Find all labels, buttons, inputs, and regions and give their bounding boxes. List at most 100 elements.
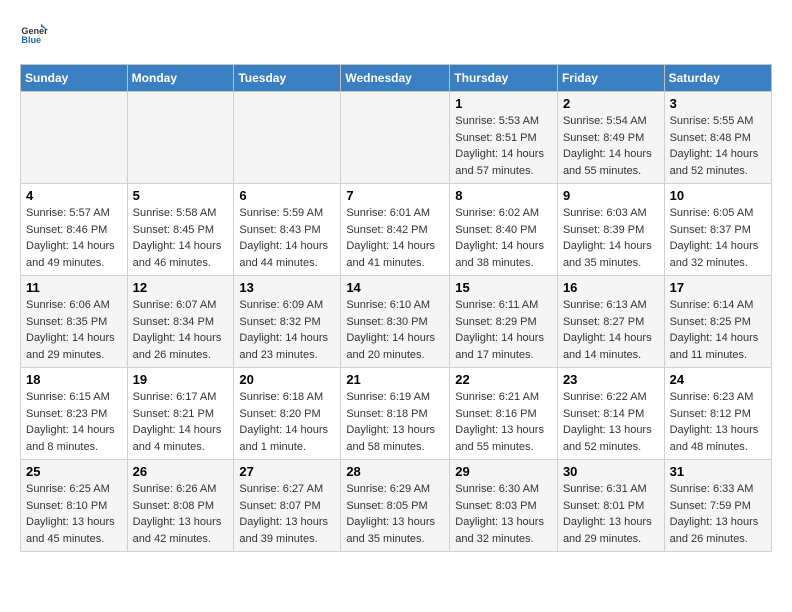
day-number: 31 — [670, 464, 766, 479]
day-info: Sunrise: 6:11 AMSunset: 8:29 PMDaylight:… — [455, 297, 552, 363]
day-info: Sunrise: 6:27 AMSunset: 8:07 PMDaylight:… — [239, 481, 335, 547]
day-number: 12 — [133, 280, 229, 295]
calendar-cell: 14Sunrise: 6:10 AMSunset: 8:30 PMDayligh… — [341, 276, 450, 368]
calendar-week-2: 4Sunrise: 5:57 AMSunset: 8:46 PMDaylight… — [21, 184, 772, 276]
day-info: Sunrise: 6:06 AMSunset: 8:35 PMDaylight:… — [26, 297, 122, 363]
day-number: 18 — [26, 372, 122, 387]
day-number: 26 — [133, 464, 229, 479]
day-header-wednesday: Wednesday — [341, 65, 450, 92]
calendar-body: 1 Sunrise: 5:53 AMSunset: 8:51 PMDaylight… — [21, 92, 772, 552]
day-info: Sunrise: 5:58 AMSunset: 8:45 PMDaylight:… — [133, 205, 229, 271]
day-info: Sunrise: 6:02 AMSunset: 8:40 PMDaylight:… — [455, 205, 552, 271]
day-header-monday: Monday — [127, 65, 234, 92]
day-number: 22 — [455, 372, 552, 387]
day-info: Sunrise: 6:22 AMSunset: 8:14 PMDaylight:… — [563, 389, 659, 455]
calendar-cell: 12Sunrise: 6:07 AMSunset: 8:34 PMDayligh… — [127, 276, 234, 368]
calendar-cell: 27 Sunrise: 6:27 AMSunset: 8:07 PMDayligh… — [234, 460, 341, 552]
day-number: 10 — [670, 188, 766, 203]
day-info: Sunrise: 6:09 AMSunset: 8:32 PMDaylight:… — [239, 297, 335, 363]
day-number: 15 — [455, 280, 552, 295]
logo-icon: General Blue — [20, 20, 48, 48]
svg-text:Blue: Blue — [21, 35, 41, 45]
calendar-cell: 22 Sunrise: 6:21 AMSunset: 8:16 PMDayligh… — [450, 368, 558, 460]
calendar-cell: 17Sunrise: 6:14 AMSunset: 8:25 PMDayligh… — [664, 276, 771, 368]
day-info: Sunrise: 6:18 AMSunset: 8:20 PMDaylight:… — [239, 389, 335, 455]
day-number: 3 — [670, 96, 766, 111]
calendar-cell — [234, 92, 341, 184]
calendar-cell: 18 Sunrise: 6:15 AMSunset: 8:23 PMDayligh… — [21, 368, 128, 460]
day-number: 4 — [26, 188, 122, 203]
day-number: 14 — [346, 280, 444, 295]
calendar-cell: 2Sunrise: 5:54 AMSunset: 8:49 PMDaylight… — [557, 92, 664, 184]
day-number: 20 — [239, 372, 335, 387]
day-info: Sunrise: 6:31 AMSunset: 8:01 PMDaylight:… — [563, 481, 659, 547]
calendar-cell: 1 Sunrise: 5:53 AMSunset: 8:51 PMDaylight… — [450, 92, 558, 184]
page-header: General Blue — [20, 20, 772, 48]
day-info: Sunrise: 6:14 AMSunset: 8:25 PMDaylight:… — [670, 297, 766, 363]
calendar-cell: 24 Sunrise: 6:23 AMSunset: 8:12 PMDayligh… — [664, 368, 771, 460]
calendar-cell: 19 Sunrise: 6:17 AMSunset: 8:21 PMDayligh… — [127, 368, 234, 460]
day-number: 5 — [133, 188, 229, 203]
day-info: Sunrise: 6:26 AMSunset: 8:08 PMDaylight:… — [133, 481, 229, 547]
day-header-sunday: Sunday — [21, 65, 128, 92]
calendar-table: SundayMondayTuesdayWednesdayThursdayFrid… — [20, 64, 772, 552]
calendar-week-5: 25Sunrise: 6:25 AMSunset: 8:10 PMDayligh… — [21, 460, 772, 552]
day-info: Sunrise: 6:30 AMSunset: 8:03 PMDaylight:… — [455, 481, 552, 547]
day-info: Sunrise: 6:13 AMSunset: 8:27 PMDaylight:… — [563, 297, 659, 363]
logo: General Blue — [20, 20, 52, 48]
day-number: 30 — [563, 464, 659, 479]
day-info: Sunrise: 6:01 AMSunset: 8:42 PMDaylight:… — [346, 205, 444, 271]
calendar-cell: 23 Sunrise: 6:22 AMSunset: 8:14 PMDayligh… — [557, 368, 664, 460]
calendar-cell: 26 Sunrise: 6:26 AMSunset: 8:08 PMDayligh… — [127, 460, 234, 552]
day-number: 27 — [239, 464, 335, 479]
calendar-cell: 10 Sunrise: 6:05 AMSunset: 8:37 PMDayligh… — [664, 184, 771, 276]
calendar-cell: 20 Sunrise: 6:18 AMSunset: 8:20 PMDayligh… — [234, 368, 341, 460]
calendar-cell: 9Sunrise: 6:03 AMSunset: 8:39 PMDaylight… — [557, 184, 664, 276]
calendar-cell: 15 Sunrise: 6:11 AMSunset: 8:29 PMDayligh… — [450, 276, 558, 368]
day-info: Sunrise: 6:21 AMSunset: 8:16 PMDaylight:… — [455, 389, 552, 455]
calendar-cell: 28Sunrise: 6:29 AMSunset: 8:05 PMDayligh… — [341, 460, 450, 552]
day-number: 23 — [563, 372, 659, 387]
day-info: Sunrise: 6:23 AMSunset: 8:12 PMDaylight:… — [670, 389, 766, 455]
calendar-cell: 31 Sunrise: 6:33 AMSunset: 7:59 PMDayligh… — [664, 460, 771, 552]
day-header-friday: Friday — [557, 65, 664, 92]
day-number: 13 — [239, 280, 335, 295]
day-number: 9 — [563, 188, 659, 203]
calendar-cell: 5 Sunrise: 5:58 AMSunset: 8:45 PMDaylight… — [127, 184, 234, 276]
day-info: Sunrise: 6:33 AMSunset: 7:59 PMDaylight:… — [670, 481, 766, 547]
day-number: 28 — [346, 464, 444, 479]
day-info: Sunrise: 5:59 AMSunset: 8:43 PMDaylight:… — [239, 205, 335, 271]
day-number: 6 — [239, 188, 335, 203]
day-info: Sunrise: 5:55 AMSunset: 8:48 PMDaylight:… — [670, 113, 766, 179]
day-info: Sunrise: 5:53 AMSunset: 8:51 PMDaylight:… — [455, 113, 552, 179]
day-number: 1 — [455, 96, 552, 111]
calendar-cell: 16 Sunrise: 6:13 AMSunset: 8:27 PMDayligh… — [557, 276, 664, 368]
day-number: 8 — [455, 188, 552, 203]
calendar-cell: 11 Sunrise: 6:06 AMSunset: 8:35 PMDayligh… — [21, 276, 128, 368]
day-number: 16 — [563, 280, 659, 295]
header-row: SundayMondayTuesdayWednesdayThursdayFrid… — [21, 65, 772, 92]
calendar-cell: 30 Sunrise: 6:31 AMSunset: 8:01 PMDayligh… — [557, 460, 664, 552]
calendar-week-4: 18 Sunrise: 6:15 AMSunset: 8:23 PMDayligh… — [21, 368, 772, 460]
day-number: 19 — [133, 372, 229, 387]
calendar-cell: 13 Sunrise: 6:09 AMSunset: 8:32 PMDayligh… — [234, 276, 341, 368]
day-header-thursday: Thursday — [450, 65, 558, 92]
day-number: 11 — [26, 280, 122, 295]
calendar-cell — [21, 92, 128, 184]
calendar-cell: 6 Sunrise: 5:59 AMSunset: 8:43 PMDaylight… — [234, 184, 341, 276]
day-info: Sunrise: 6:17 AMSunset: 8:21 PMDaylight:… — [133, 389, 229, 455]
calendar-cell — [341, 92, 450, 184]
calendar-cell: 25Sunrise: 6:25 AMSunset: 8:10 PMDayligh… — [21, 460, 128, 552]
calendar-week-1: 1 Sunrise: 5:53 AMSunset: 8:51 PMDaylight… — [21, 92, 772, 184]
calendar-cell: 8 Sunrise: 6:02 AMSunset: 8:40 PMDaylight… — [450, 184, 558, 276]
day-header-tuesday: Tuesday — [234, 65, 341, 92]
calendar-cell: 4Sunrise: 5:57 AMSunset: 8:46 PMDaylight… — [21, 184, 128, 276]
calendar-cell: 29Sunrise: 6:30 AMSunset: 8:03 PMDayligh… — [450, 460, 558, 552]
day-info: Sunrise: 6:15 AMSunset: 8:23 PMDaylight:… — [26, 389, 122, 455]
calendar-cell: 21Sunrise: 6:19 AMSunset: 8:18 PMDayligh… — [341, 368, 450, 460]
calendar-cell: 3 Sunrise: 5:55 AMSunset: 8:48 PMDaylight… — [664, 92, 771, 184]
day-info: Sunrise: 6:25 AMSunset: 8:10 PMDaylight:… — [26, 481, 122, 547]
day-number: 24 — [670, 372, 766, 387]
day-number: 21 — [346, 372, 444, 387]
day-info: Sunrise: 6:05 AMSunset: 8:37 PMDaylight:… — [670, 205, 766, 271]
